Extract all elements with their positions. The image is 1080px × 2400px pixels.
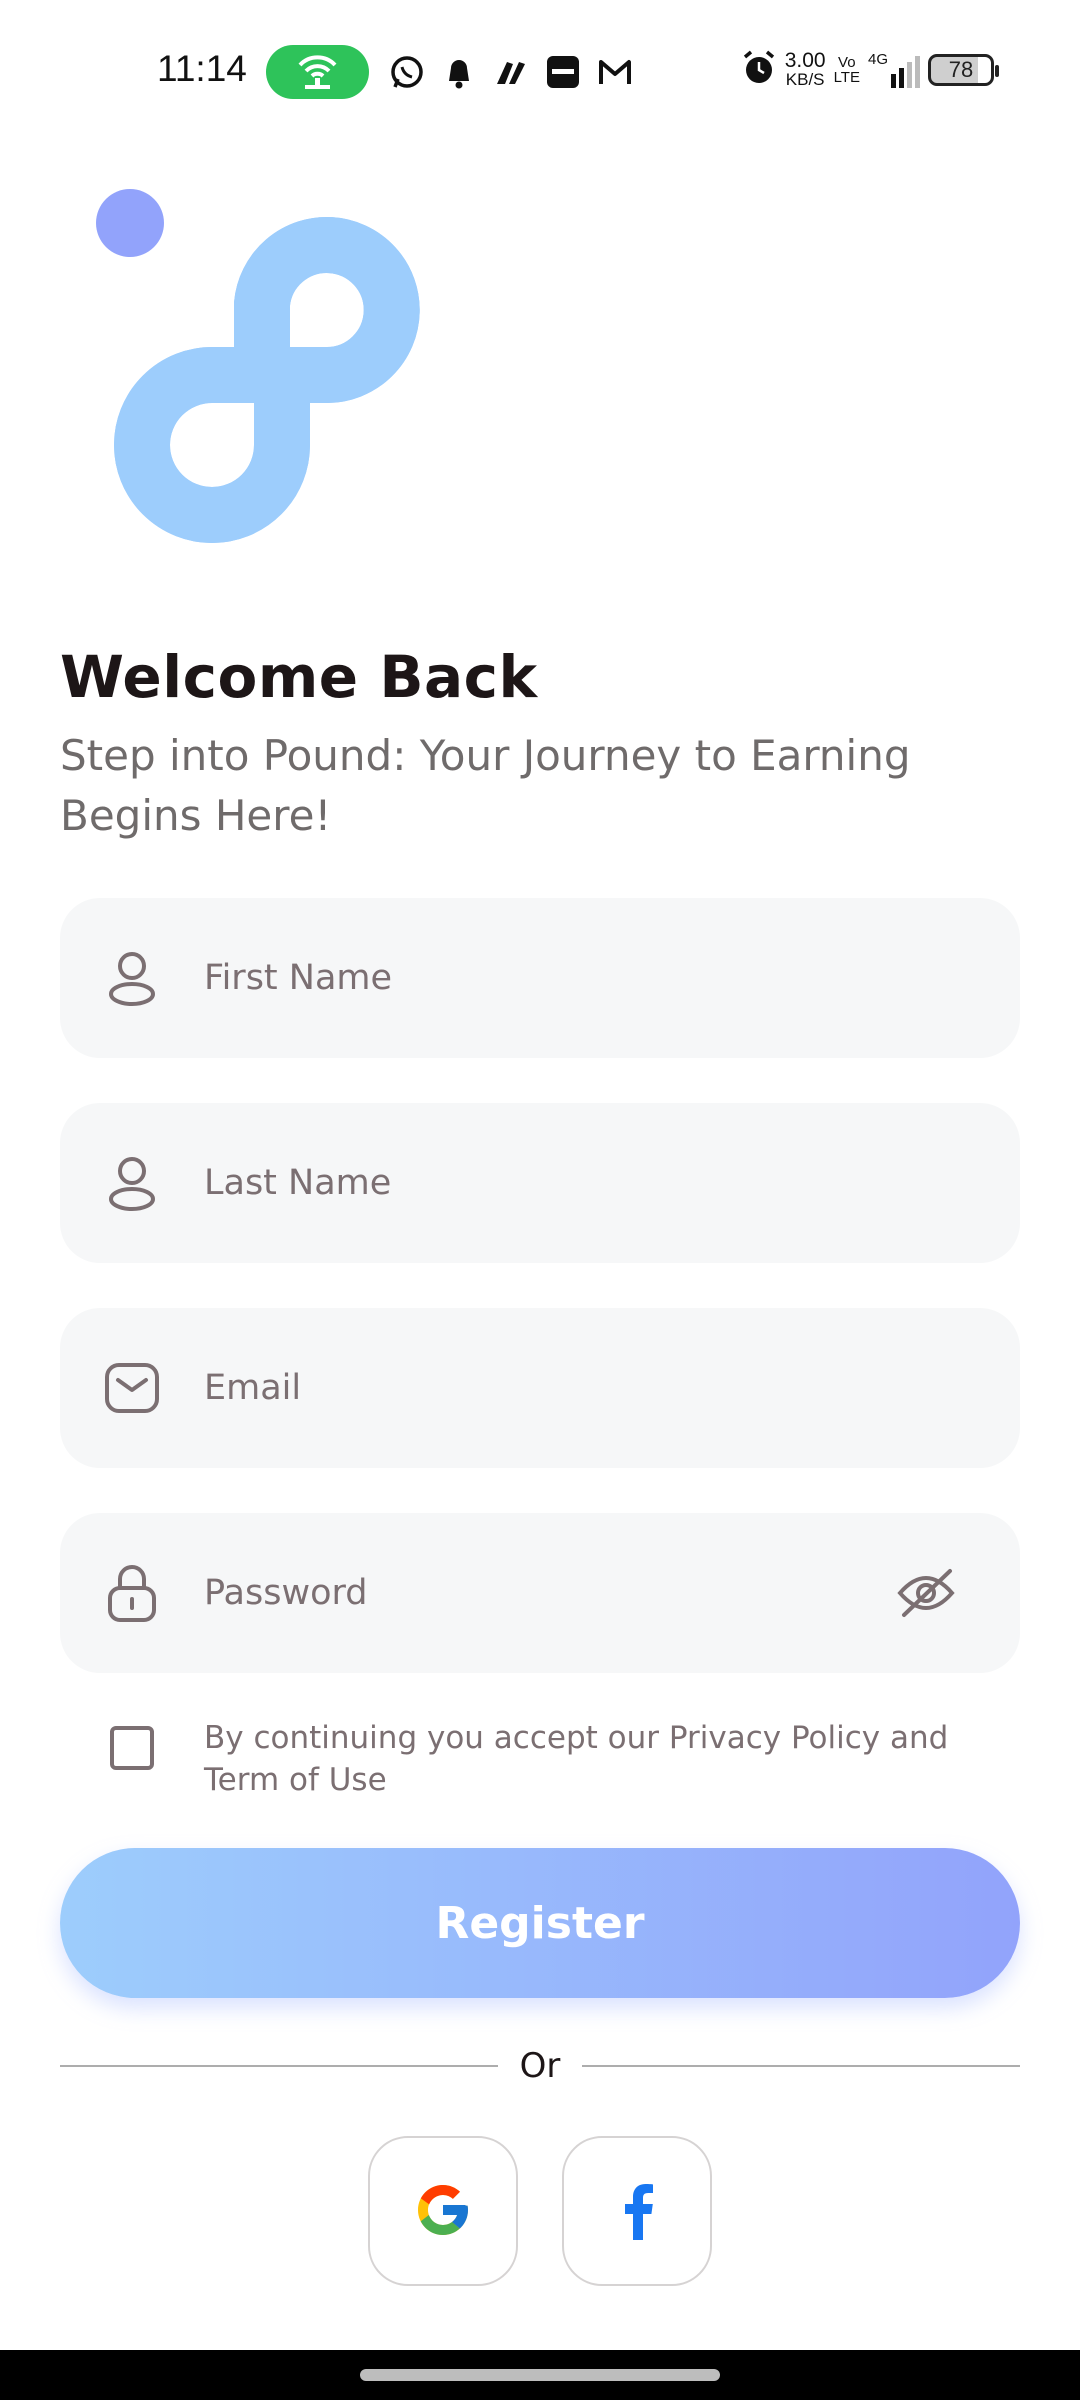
- paytm-icon: [544, 53, 582, 91]
- consent-checkbox[interactable]: [110, 1726, 154, 1770]
- status-right: 3.00 KB/S Vo LTE 4G 78: [741, 49, 999, 91]
- consent-text: By continuing you accept our Privacy Pol…: [204, 1720, 949, 1798]
- divider-line-right: [582, 2065, 1020, 2067]
- volte-indicator: Vo LTE: [833, 54, 860, 86]
- home-gesture-handle[interactable]: [360, 2369, 720, 2381]
- mail-icon: [104, 1358, 160, 1418]
- status-bar: 11:14 3.00 KB/S Vo LTE 4G 78: [0, 0, 1080, 140]
- first-name-field[interactable]: [60, 898, 1020, 1058]
- net-speed: 3.00 KB/S: [784, 49, 826, 89]
- user-icon: [104, 1153, 160, 1213]
- last-name-field[interactable]: [60, 1103, 1020, 1263]
- phonepe-icon: [492, 53, 530, 91]
- alarm-icon: [741, 49, 777, 91]
- facebook-login-button[interactable]: [562, 2136, 712, 2286]
- page-subtitle: Step into Pound: Your Journey to Earning…: [60, 731, 911, 840]
- system-nav-bar: [0, 2350, 1080, 2400]
- status-time: 11:14: [157, 48, 247, 89]
- google-login-button[interactable]: [368, 2136, 518, 2286]
- eye-off-icon[interactable]: [896, 1567, 956, 1619]
- first-name-input[interactable]: [204, 898, 890, 1058]
- bell-icon: [440, 53, 478, 91]
- password-input[interactable]: [204, 1513, 890, 1673]
- hotspot-icon: [266, 45, 369, 99]
- battery-indicator: 78: [928, 54, 999, 86]
- signal-icon: 4G: [868, 52, 920, 88]
- email-field[interactable]: [60, 1308, 1020, 1468]
- facebook-icon: [617, 2180, 657, 2243]
- gmail-icon: [596, 53, 634, 91]
- app-logo: [92, 186, 472, 606]
- register-button[interactable]: Register: [60, 1848, 1020, 1998]
- lock-icon: [104, 1563, 160, 1623]
- last-name-input[interactable]: [204, 1103, 890, 1263]
- page-title: Welcome Back: [60, 643, 538, 711]
- google-icon: [413, 2180, 473, 2243]
- whatsapp-icon: [388, 53, 426, 91]
- consent-row: By continuing you accept our Privacy Pol…: [60, 1710, 1020, 1800]
- email-input[interactable]: [204, 1308, 890, 1468]
- password-field[interactable]: [60, 1513, 1020, 1673]
- notification-icons: [388, 51, 634, 93]
- user-icon: [104, 948, 160, 1008]
- or-divider: Or: [60, 2040, 1020, 2090]
